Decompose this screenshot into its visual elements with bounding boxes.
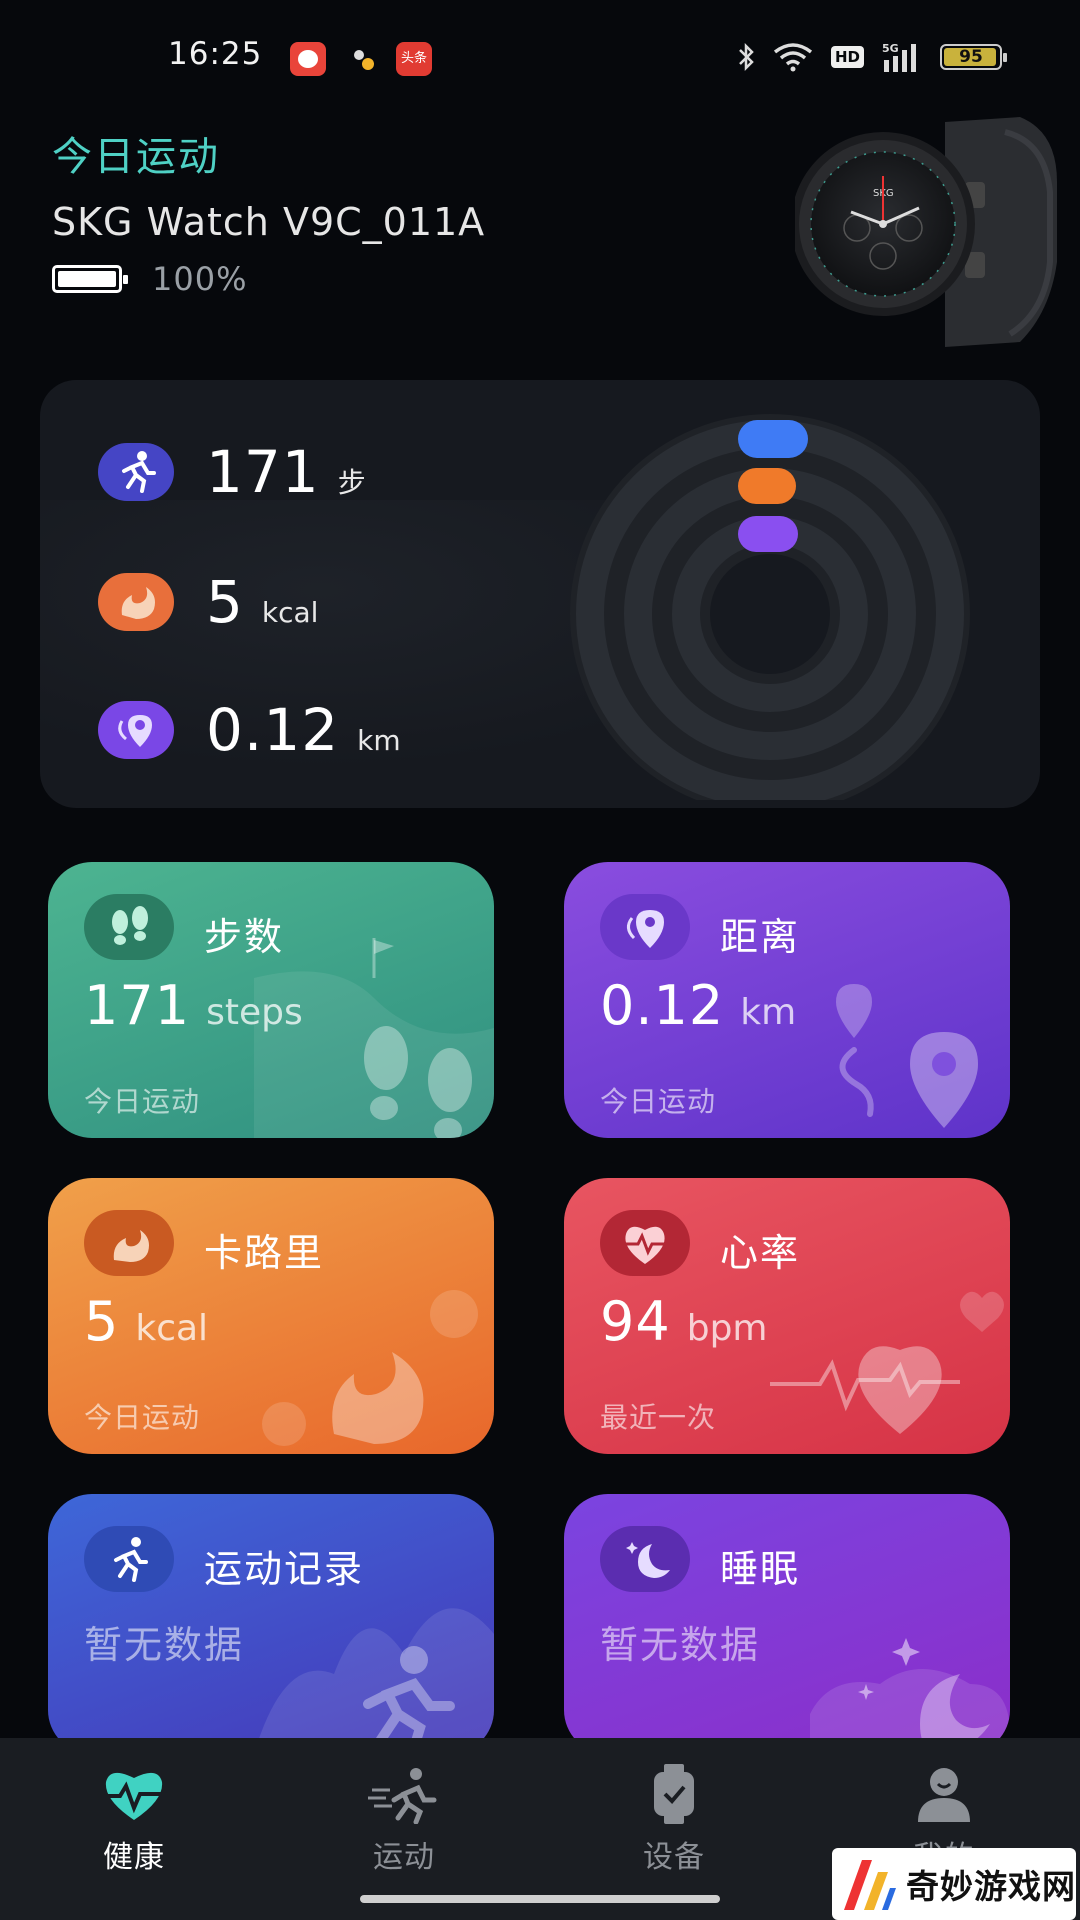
watch-icon [634, 1764, 714, 1824]
device-name[interactable]: SKG Watch V9C_011A [52, 200, 485, 244]
status-time: 16:25 [168, 36, 263, 72]
summary-distance-unit: km [357, 724, 401, 757]
news-app-icon: 头条 [396, 42, 432, 76]
status-bar: 16:25 头条 HD 5G 95 [0, 0, 1080, 110]
device-battery: 100% [52, 260, 247, 298]
distance-tile[interactable]: 距离 0.12 km 今日运动 [564, 862, 1010, 1138]
sleep-tile-title: 睡眠 [720, 1547, 801, 1591]
heart-rate-tile-unit: bpm [686, 1308, 768, 1349]
workout-record-tile[interactable]: 运动记录 暂无数据 [48, 1494, 494, 1754]
footprints-icon [84, 894, 174, 960]
steps-tile-value: 171 [84, 974, 191, 1037]
sleep-tile[interactable]: 睡眠 暂无数据 [564, 1494, 1010, 1754]
moon-icon [600, 1526, 690, 1592]
profile-icon [904, 1764, 984, 1824]
nav-label-sport: 运动 [373, 1840, 435, 1875]
watch-image[interactable]: SKG [795, 112, 1065, 352]
summary-calories-row: 5 kcal [98, 568, 318, 636]
activity-rings [570, 414, 970, 800]
steps-tile-value-row: 171 steps [84, 974, 303, 1037]
workout-record-empty-text: 暂无数据 [84, 1623, 245, 1667]
summary-calories-unit: kcal [261, 596, 319, 629]
notification-app-icon [290, 42, 326, 76]
location-pin-icon [600, 894, 690, 960]
device-battery-level: 100% [152, 260, 248, 298]
heart-rate-tile[interactable]: 心率 94 bpm 最近一次 [564, 1178, 1010, 1454]
signal-icon: 5G [882, 42, 922, 72]
summary-steps-unit: 步 [337, 466, 366, 499]
steps-tile-title: 步数 [204, 915, 285, 959]
watermark-logo-icon [844, 1860, 896, 1910]
page-title: 今日运动 [52, 134, 220, 180]
battery-icon: 95 [940, 44, 1007, 70]
status-indicators: HD 5G 95 [737, 38, 1007, 76]
workout-record-tile-title: 运动记录 [204, 1547, 365, 1591]
site-watermark: 奇妙游戏网 [832, 1848, 1076, 1920]
calories-ring-progress [738, 468, 796, 504]
heart-decoration [770, 1291, 1004, 1434]
flame-icon [98, 573, 174, 631]
distance-tile-unit: km [740, 992, 797, 1033]
sleep-empty-text: 暂无数据 [600, 1623, 761, 1667]
steps-tile-unit: steps [206, 992, 303, 1033]
notification-app-icon [350, 42, 380, 76]
distance-ring-progress [738, 516, 798, 552]
wifi-icon [773, 42, 813, 72]
activity-summary-card[interactable]: 171 步 5 kcal 0.12 km [40, 380, 1040, 808]
calories-tile-unit: kcal [135, 1308, 209, 1349]
steps-ring-progress [738, 420, 808, 458]
nav-tab-device[interactable]: 设备 [574, 1764, 774, 1876]
distance-tile-value: 0.12 [600, 974, 725, 1037]
steps-tile[interactable]: 步数 171 steps 今日运动 [48, 862, 494, 1138]
location-pin-icon [98, 701, 174, 759]
calories-tile[interactable]: 卡路里 5 kcal 今日运动 [48, 1178, 494, 1454]
summary-calories-value: 5 [206, 568, 244, 636]
heart-rate-tile-value-row: 94 bpm [600, 1290, 768, 1353]
home-indicator[interactable] [360, 1895, 720, 1903]
running-icon [84, 1526, 174, 1592]
hd-badge: HD [830, 46, 864, 68]
calories-tile-value: 5 [84, 1290, 120, 1353]
heart-rate-tile-title: 心率 [720, 1231, 801, 1275]
steps-tile-subtitle: 今日运动 [84, 1085, 201, 1118]
running-icon [364, 1764, 444, 1825]
calories-tile-value-row: 5 kcal [84, 1290, 208, 1353]
nav-tab-health[interactable]: 健康 [34, 1764, 234, 1876]
moon-decoration [810, 1638, 1010, 1754]
distance-tile-subtitle: 今日运动 [600, 1085, 717, 1118]
heart-pulse-icon [94, 1764, 174, 1824]
heart-rate-tile-subtitle: 最近一次 [600, 1401, 717, 1434]
calories-tile-subtitle: 今日运动 [84, 1401, 201, 1434]
summary-distance-row: 0.12 km [98, 696, 401, 764]
nav-label-device: 设备 [643, 1840, 705, 1875]
heart-pulse-icon [600, 1210, 690, 1276]
calories-tile-title: 卡路里 [204, 1231, 325, 1275]
nav-tab-sport[interactable]: 运动 [304, 1764, 504, 1876]
flame-icon [84, 1210, 174, 1276]
watermark-text: 奇妙游戏网 [906, 1867, 1076, 1906]
distance-tile-title: 距离 [720, 915, 801, 959]
distance-tile-value-row: 0.12 km [600, 974, 796, 1037]
summary-distance-value: 0.12 [206, 696, 340, 764]
running-icon [98, 443, 174, 501]
heart-rate-tile-value: 94 [600, 1290, 671, 1353]
summary-steps-row: 171 步 [98, 438, 366, 506]
bluetooth-icon [737, 42, 755, 72]
nav-label-health: 健康 [103, 1840, 165, 1875]
summary-steps-value: 171 [206, 438, 320, 506]
battery-level: 95 [959, 47, 983, 67]
map-pin-decoration [836, 984, 978, 1128]
svg-text:5G: 5G [882, 42, 899, 55]
device-battery-icon [52, 265, 128, 293]
